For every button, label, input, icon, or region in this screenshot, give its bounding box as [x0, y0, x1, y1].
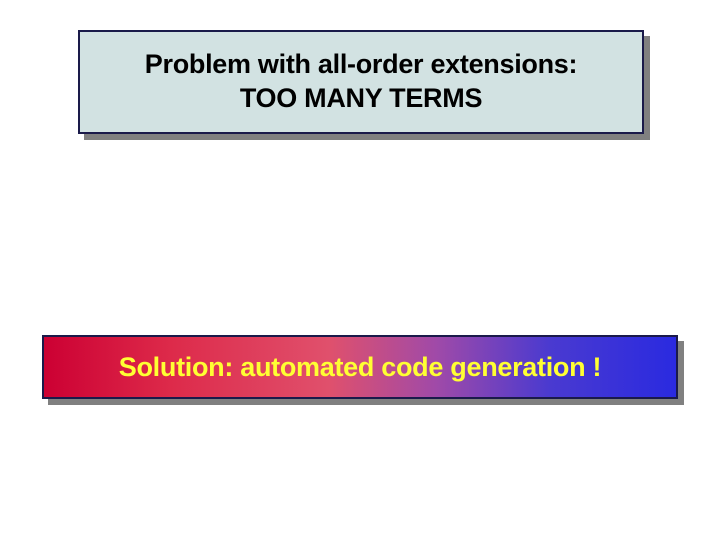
solution-box-face: Solution: automated code generation !: [42, 335, 678, 399]
problem-line-2: TOO MANY TERMS: [240, 83, 482, 113]
solution-box: Solution: automated code generation !: [42, 335, 678, 399]
problem-text: Problem with all-order extensions: TOO M…: [145, 48, 577, 116]
problem-box: Problem with all-order extensions: TOO M…: [78, 30, 644, 134]
solution-text: Solution: automated code generation !: [119, 352, 601, 383]
problem-box-face: Problem with all-order extensions: TOO M…: [78, 30, 644, 134]
problem-line-1: Problem with all-order extensions:: [145, 49, 577, 79]
slide: Problem with all-order extensions: TOO M…: [0, 0, 720, 540]
